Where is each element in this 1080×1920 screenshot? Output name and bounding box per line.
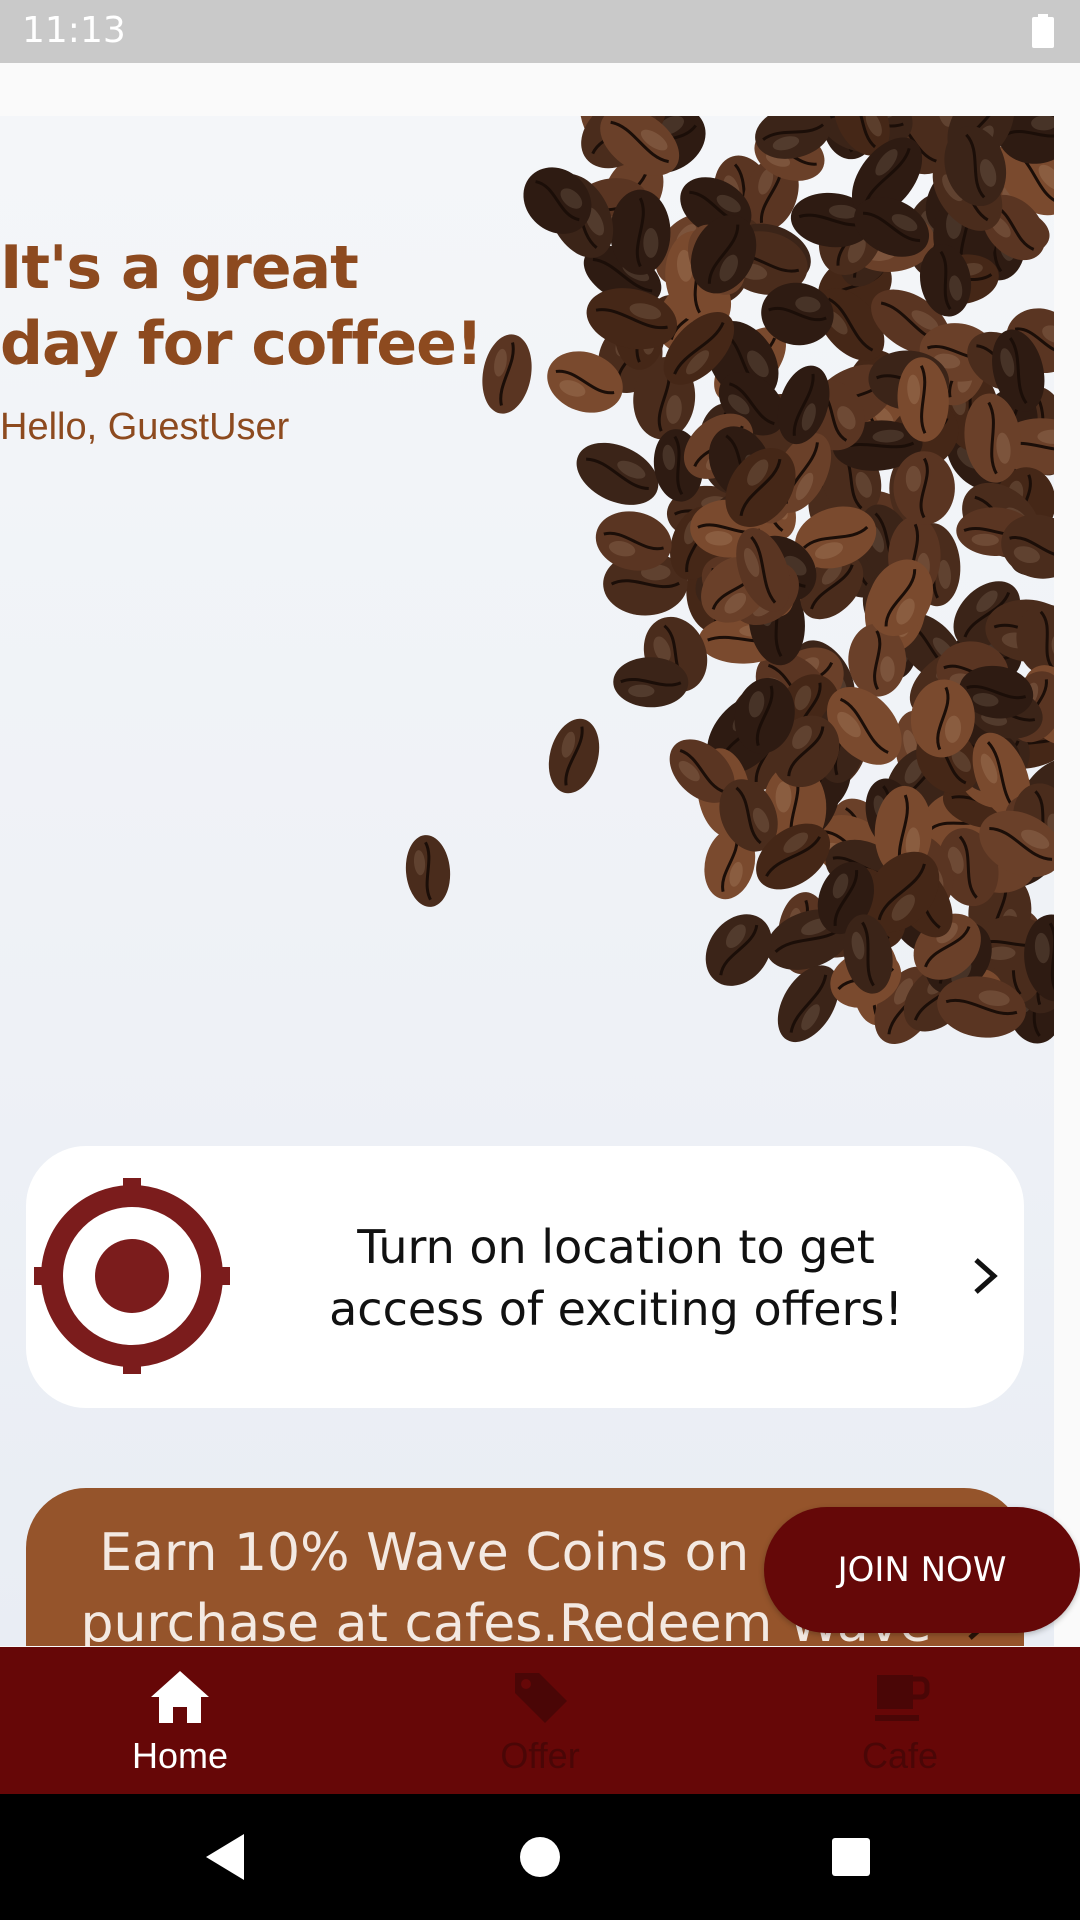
system-navigation-bar bbox=[0, 1794, 1080, 1920]
nav-item-offer[interactable]: Offer bbox=[360, 1647, 720, 1794]
target-icon bbox=[34, 1178, 230, 1374]
bottom-navigation: Home Offer Cafe bbox=[0, 1647, 1080, 1794]
home-icon bbox=[151, 1671, 209, 1723]
join-now-button[interactable]: JOIN NOW bbox=[764, 1507, 1080, 1633]
nav-label-home: Home bbox=[131, 1735, 229, 1776]
nav-item-home[interactable]: Home bbox=[0, 1647, 360, 1794]
recents-icon[interactable] bbox=[791, 1794, 911, 1920]
location-card[interactable]: Turn on location to get access of exciti… bbox=[26, 1146, 1024, 1408]
nav-label-cafe: Cafe bbox=[861, 1735, 939, 1776]
chevron-right-icon bbox=[974, 1258, 998, 1294]
location-prompt-text: Turn on location to get access of exciti… bbox=[329, 1220, 903, 1336]
nav-label-offer: Offer bbox=[500, 1735, 580, 1776]
greeting-text: Hello, GuestUser bbox=[0, 406, 290, 448]
nav-item-cafe[interactable]: Cafe bbox=[720, 1647, 1080, 1794]
coffee-cup-icon bbox=[875, 1675, 930, 1721]
home-circle-icon[interactable] bbox=[480, 1794, 600, 1920]
battery-icon bbox=[1032, 14, 1054, 48]
status-time: 11:13 bbox=[22, 10, 126, 51]
back-icon[interactable] bbox=[166, 1794, 286, 1920]
status-bar: 11:13 bbox=[0, 0, 1080, 63]
tag-icon bbox=[515, 1673, 567, 1723]
hero-banner: It's a great day for coffee! Hello, Gues… bbox=[0, 116, 1054, 1646]
hero-title: It's a great day for coffee! bbox=[0, 233, 483, 379]
